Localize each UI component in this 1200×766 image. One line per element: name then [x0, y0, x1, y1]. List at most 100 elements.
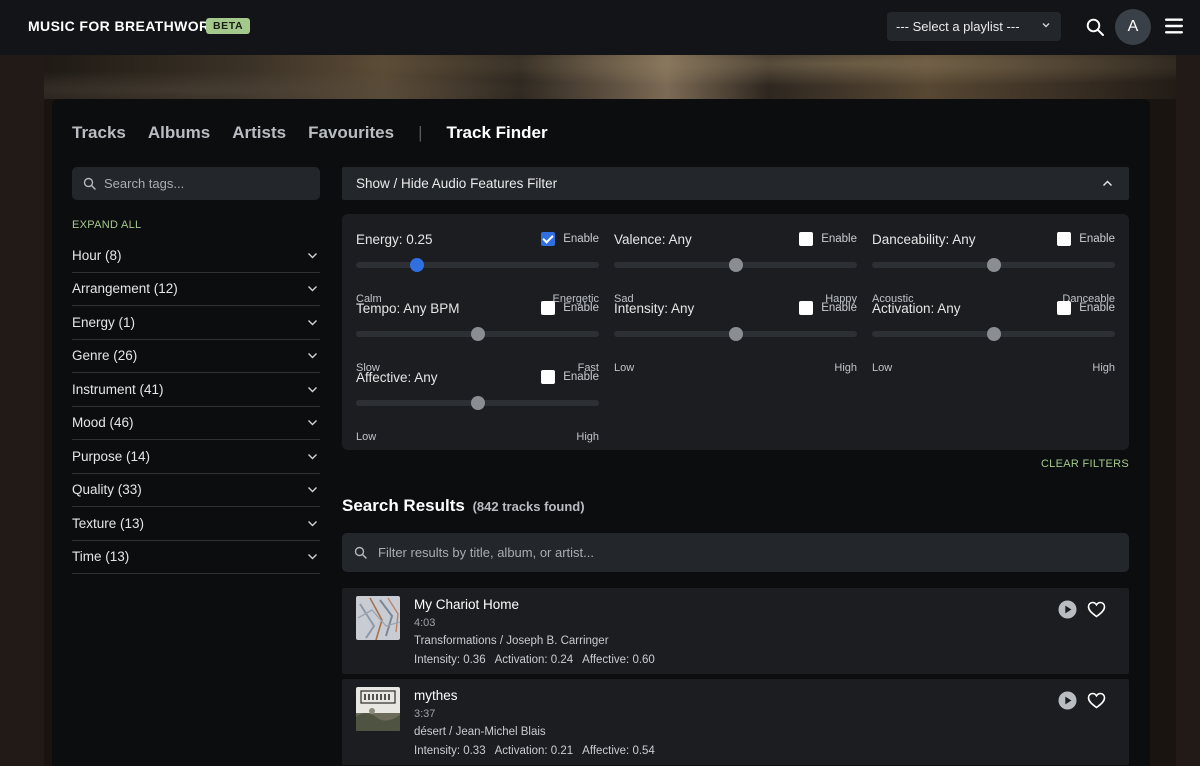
- brand-logo-text[interactable]: MUSIC FOR BREATHWORK: [28, 18, 220, 34]
- tab-separator: |: [418, 123, 423, 142]
- feature-label: Activation: Any: [872, 301, 961, 316]
- main-panel: Tracks Albums Artists Favourites | Track…: [52, 99, 1150, 766]
- danceability-slider[interactable]: [872, 258, 1115, 272]
- slider-thumb[interactable]: [986, 327, 1001, 341]
- feature-enable-toggle[interactable]: Enable: [1057, 232, 1115, 246]
- chevron-down-icon: [308, 554, 317, 560]
- tab-favourites[interactable]: Favourites: [308, 123, 394, 143]
- tag-category-arrangement[interactable]: Arrangement (12): [72, 273, 320, 306]
- slider-thumb[interactable]: [728, 327, 743, 341]
- tag-category-energy[interactable]: Energy (1): [72, 306, 320, 340]
- tag-category-label: Energy (1): [72, 314, 136, 330]
- play-icon[interactable]: [1058, 600, 1077, 619]
- tab-track-finder[interactable]: Track Finder: [447, 123, 548, 143]
- energy-slider[interactable]: [356, 258, 599, 272]
- play-icon[interactable]: [1058, 691, 1077, 710]
- user-avatar[interactable]: A: [1115, 9, 1151, 45]
- track-album-artist: désert / Jean-Michel Blais: [414, 726, 546, 738]
- tab-artists[interactable]: Artists: [232, 123, 286, 143]
- slider-min-label: Low: [614, 362, 635, 374]
- track-row[interactable]: mythes 3:37 désert / Jean-Michel Blais I…: [342, 679, 1129, 765]
- tag-category-genre[interactable]: Genre (26): [72, 340, 320, 373]
- hamburger-menu-icon[interactable]: [1164, 17, 1184, 35]
- track-artist-link[interactable]: Jean-Michel Blais: [456, 726, 546, 738]
- affective-slider[interactable]: [356, 396, 599, 410]
- tab-tracks[interactable]: Tracks: [72, 123, 126, 143]
- track-album-link[interactable]: Transformations: [414, 635, 497, 647]
- enable-checkbox[interactable]: [799, 301, 814, 315]
- playlist-select-value: --- Select a playlist ---: [896, 19, 1020, 34]
- feature-enable-toggle[interactable]: Enable: [541, 370, 599, 384]
- track-affective: Affective: 0.54: [582, 745, 655, 757]
- chevron-down-icon: [308, 353, 317, 359]
- track-title[interactable]: mythes: [414, 688, 458, 703]
- chevron-down-icon: [308, 487, 317, 493]
- tag-category-label: Texture (13): [72, 515, 145, 531]
- feature-enable-toggle[interactable]: Enable: [799, 232, 857, 246]
- tab-albums[interactable]: Albums: [148, 123, 210, 143]
- slider-thumb[interactable]: [470, 327, 485, 341]
- feature-valence: Valence: Any Enable Sad Happy: [614, 230, 857, 305]
- track-affective: Affective: 0.60: [582, 654, 655, 666]
- tag-category-purpose[interactable]: Purpose (14): [72, 440, 320, 474]
- audio-features-toggle[interactable]: Show / Hide Audio Features Filter: [342, 167, 1129, 200]
- heart-icon[interactable]: [1087, 691, 1106, 710]
- track-activation: Activation: 0.21: [494, 745, 574, 757]
- feature-tempo: Tempo: Any BPM Enable Slow Fast: [356, 299, 599, 374]
- tag-category-label: Purpose (14): [72, 448, 151, 464]
- results-filter-placeholder: Filter results by title, album, or artis…: [378, 545, 595, 560]
- tag-category-label: Time (13): [72, 549, 130, 565]
- tag-category-quality[interactable]: Quality (33): [72, 474, 320, 507]
- enable-checkbox[interactable]: [541, 232, 556, 246]
- chevron-down-icon: [308, 520, 317, 527]
- tag-category-time[interactable]: Time (13): [72, 541, 320, 574]
- activation-slider[interactable]: [872, 327, 1115, 341]
- chevron-down-icon: [308, 420, 317, 426]
- track-row[interactable]: My Chariot Home 4:03 Transformations / J…: [342, 588, 1129, 674]
- tag-category-texture[interactable]: Texture (13): [72, 507, 320, 541]
- feature-enable-toggle[interactable]: Enable: [541, 301, 599, 315]
- tag-category-mood[interactable]: Mood (46): [72, 407, 320, 440]
- results-filter-input[interactable]: Filter results by title, album, or artis…: [342, 533, 1129, 572]
- track-album-artist: Transformations / Joseph B. Carringer: [414, 635, 609, 647]
- feature-activation: Activation: Any Enable Low High: [872, 299, 1115, 374]
- feature-affective: Affective: Any Enable Low High: [356, 368, 599, 443]
- feature-enable-toggle[interactable]: Enable: [799, 301, 857, 315]
- feature-label: Tempo: Any BPM: [356, 301, 460, 316]
- enable-checkbox[interactable]: [1057, 301, 1072, 315]
- track-album-link[interactable]: désert: [414, 726, 446, 738]
- tag-category-instrument[interactable]: Instrument (41): [72, 373, 320, 407]
- track-title[interactable]: My Chariot Home: [414, 597, 519, 612]
- feature-enable-toggle[interactable]: Enable: [541, 232, 599, 246]
- track-artist-link[interactable]: Joseph B. Carringer: [506, 635, 608, 647]
- enable-checkbox[interactable]: [799, 232, 814, 246]
- expand-all-link[interactable]: EXPAND ALL: [72, 219, 141, 231]
- feature-enable-toggle[interactable]: Enable: [1057, 301, 1115, 315]
- playlist-select[interactable]: --- Select a playlist ---: [887, 12, 1061, 41]
- enable-label: Enable: [821, 302, 857, 314]
- search-results-heading: Search Results (842 tracks found): [342, 496, 585, 516]
- chevron-down-icon: [308, 252, 317, 259]
- tempo-slider[interactable]: [356, 327, 599, 341]
- intensity-slider[interactable]: [614, 327, 857, 341]
- feature-label: Energy: 0.25: [356, 232, 433, 247]
- valence-slider[interactable]: [614, 258, 857, 272]
- slider-thumb[interactable]: [470, 396, 485, 410]
- tag-search-input[interactable]: Search tags...: [72, 167, 320, 200]
- slider-thumb[interactable]: [986, 258, 1001, 272]
- enable-checkbox[interactable]: [541, 301, 556, 315]
- results-title: Search Results: [342, 496, 465, 515]
- track-intensity: Intensity: 0.33: [414, 745, 486, 757]
- enable-checkbox[interactable]: [541, 370, 556, 384]
- tag-category-hour[interactable]: Hour (8): [72, 239, 320, 273]
- heart-icon[interactable]: [1087, 600, 1106, 619]
- enable-checkbox[interactable]: [1057, 232, 1072, 246]
- clear-filters-link[interactable]: CLEAR FILTERS: [1041, 458, 1129, 470]
- slider-max-label: High: [1092, 362, 1115, 374]
- enable-label: Enable: [821, 233, 857, 245]
- slider-thumb[interactable]: [728, 258, 743, 272]
- results-count: (842 tracks found): [472, 499, 585, 514]
- search-icon[interactable]: [1085, 17, 1105, 37]
- slider-thumb[interactable]: [409, 258, 424, 272]
- chevron-down-icon: [1042, 23, 1050, 28]
